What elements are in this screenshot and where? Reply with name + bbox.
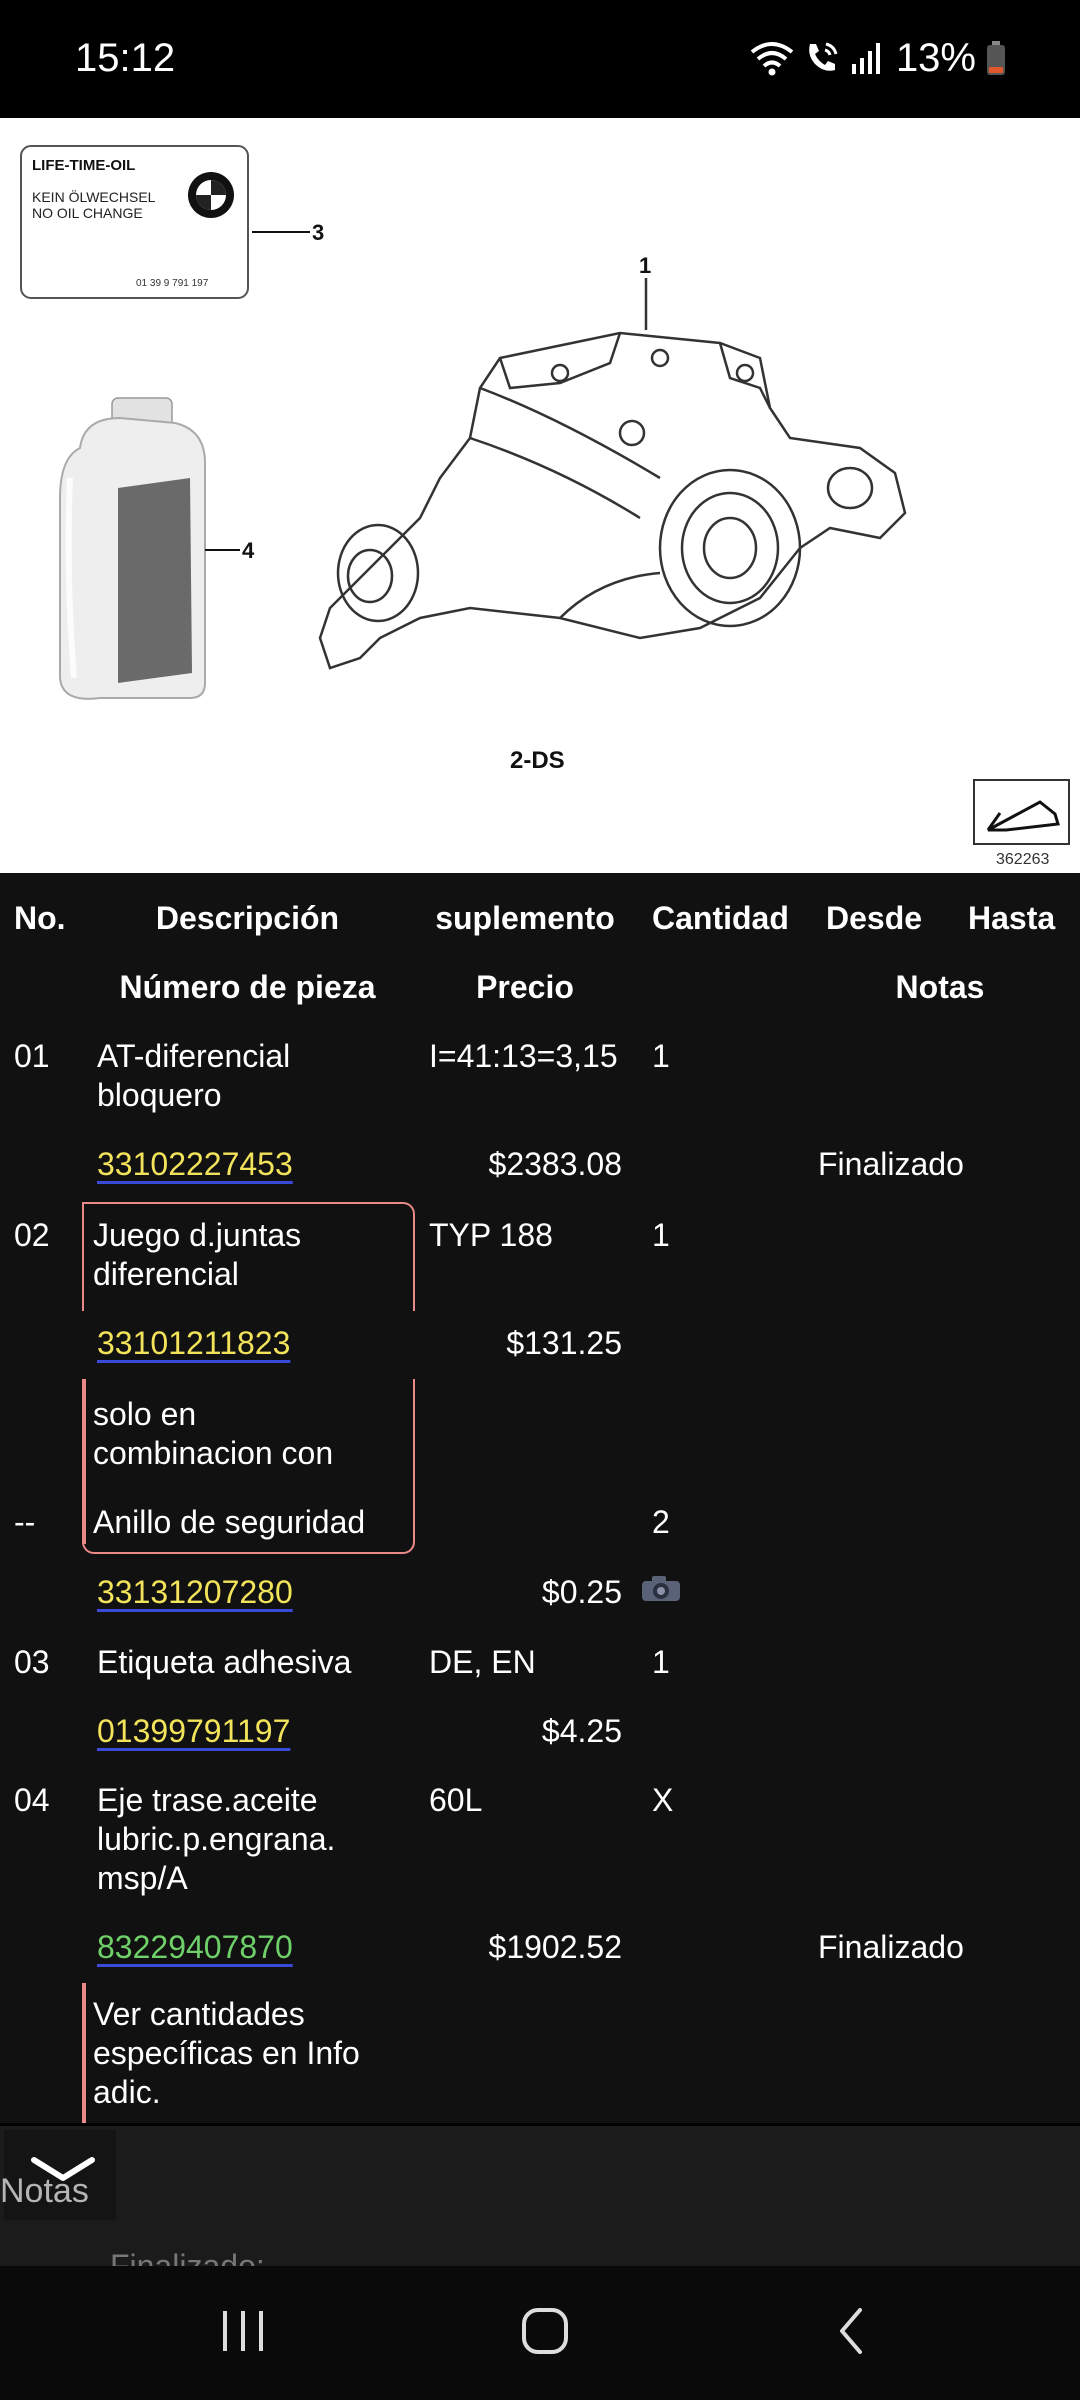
notes-panel (0, 2126, 1080, 2266)
item-description-line: AT-diferencial (97, 1038, 291, 1074)
item-note-line: combinacion con (93, 1435, 334, 1471)
signal-icon (851, 43, 880, 74)
oil-bottle: 4 (59, 397, 255, 700)
recent-apps-icon[interactable] (218, 2306, 268, 2356)
item-quantity: 1 (652, 1038, 670, 1074)
item-supplement: I=41:13=3,15 (429, 1038, 618, 1074)
header-quantity: Cantidad (652, 900, 789, 936)
diagram-reference: 362263 (973, 779, 1070, 868)
back-icon[interactable] (828, 2306, 878, 2356)
item-description-line: Anillo de seguridad (93, 1504, 366, 1540)
item-price: $4.25 (541, 1713, 622, 1749)
reference-number: 362263 (996, 851, 1049, 868)
item-description-line: msp/A (97, 1860, 188, 1896)
part-number-link[interactable]: 33131207280 (97, 1573, 293, 1612)
home-icon[interactable] (520, 2306, 570, 2356)
battery-icon (987, 41, 1005, 75)
table-row[interactable]: 03 Etiqueta adhesiva DE, EN 1 0139979119… (0, 1643, 1080, 1783)
item-no: 02 (14, 1217, 50, 1253)
item-status: Finalizado (818, 1146, 964, 1182)
header-price: Precio (476, 969, 574, 1005)
item-description-line: Etiqueta adhesiva (97, 1644, 352, 1680)
table-header-2: Número de pieza Precio Notas (0, 968, 1080, 1008)
oil-label-sticker: LIFE-TIME-OIL KEIN ÖLWECHSEL NO OIL CHAN… (20, 145, 324, 299)
item-description-line: lubric.p.engrana. (97, 1821, 336, 1857)
navigation-bar (0, 2266, 1080, 2400)
item-supplement: 60L (429, 1782, 483, 1818)
parts-table[interactable]: No. Descripción suplemento Cantidad Desd… (0, 873, 1080, 2123)
part-number-link[interactable]: 01399791197 (97, 1712, 290, 1751)
item-quantity: 2 (652, 1504, 670, 1540)
part-number-link[interactable]: 33101211823 (97, 1324, 290, 1363)
wifi-icon (750, 42, 794, 76)
item-supplement: TYP 188 (429, 1217, 553, 1253)
table-row[interactable]: 04 Eje trase.aceite lubric.p.engrana. ms… (0, 1781, 1080, 1981)
wifi-calling-icon (809, 42, 838, 71)
status-icons: 13% (750, 34, 1006, 82)
item-note-line: específicas en Info (93, 2035, 360, 2071)
item-status: Finalizado (818, 1929, 964, 1965)
item-no: -- (14, 1504, 36, 1540)
header-no: No. (14, 900, 66, 936)
part-number-link[interactable]: 33102227453 (97, 1145, 293, 1184)
callout-1: 1 (639, 253, 651, 278)
item-description-line: Juego d.juntas (93, 1217, 302, 1253)
item-no: 04 (14, 1782, 50, 1818)
item-price: $131.25 (506, 1325, 622, 1361)
item-description-line: Eje trase.aceite (97, 1782, 318, 1818)
label-title: LIFE-TIME-OIL (32, 157, 135, 174)
header-notes: Notas (895, 969, 985, 1005)
item-quantity: 1 (652, 1644, 670, 1680)
callout-3: 3 (312, 220, 324, 245)
bmw-logo (188, 172, 234, 218)
part-number-link[interactable]: 83229407870 (97, 1928, 293, 1967)
table-row[interactable]: 01 AT-diferencial bloquero I=41:13=3,15 … (0, 1037, 1080, 1197)
camera-icon[interactable] (640, 1573, 682, 1603)
item-no: 01 (14, 1038, 50, 1074)
item-quantity: 1 (652, 1217, 670, 1253)
model-label: 2-DS (510, 747, 565, 774)
item-price: $2383.08 (488, 1146, 622, 1182)
label-number: 01 39 9 791 197 (136, 278, 209, 289)
note-accent-bar (82, 1983, 86, 2123)
status-bar: 15:12 13% (0, 0, 1080, 118)
status-time: 15:12 (75, 36, 176, 80)
item-supplement: DE, EN (429, 1644, 536, 1680)
header-from: Desde (826, 900, 923, 936)
differential-drawing (318, 278, 907, 670)
header-to: Hasta (968, 900, 1056, 936)
item-note-line: adic. (93, 2074, 161, 2110)
table-row[interactable]: -- Anillo de seguridad 2 33131207280 $0.… (0, 1503, 1080, 1613)
table-row[interactable]: 02 Juego d.juntas diferencial TYP 188 1 … (0, 1216, 1080, 1386)
item-description-line: bloquero (97, 1077, 222, 1113)
item-note-line: Ver cantidades (93, 1996, 305, 2032)
table-header: No. Descripción suplemento Cantidad Desd… (0, 899, 1080, 939)
label-line2: NO OIL CHANGE (32, 205, 143, 221)
label-line1: KEIN ÖLWECHSEL (32, 188, 156, 205)
notes-label[interactable]: Notas (0, 2172, 89, 2211)
item-price: $1902.52 (488, 1929, 622, 1965)
item-price: $0.25 (541, 1574, 622, 1610)
header-part-number: Número de pieza (119, 969, 376, 1005)
header-description: Descripción (155, 900, 340, 936)
battery-percent: 13% (895, 35, 976, 80)
item-quantity: X (652, 1782, 674, 1818)
parts-diagram[interactable]: LIFE-TIME-OIL KEIN ÖLWECHSEL NO OIL CHAN… (0, 118, 1080, 873)
item-note-line: solo en (93, 1396, 197, 1432)
item-no: 03 (14, 1644, 50, 1680)
item-description-line: diferencial (93, 1256, 239, 1292)
header-supplement: suplemento (435, 900, 615, 936)
callout-4: 4 (242, 538, 255, 563)
